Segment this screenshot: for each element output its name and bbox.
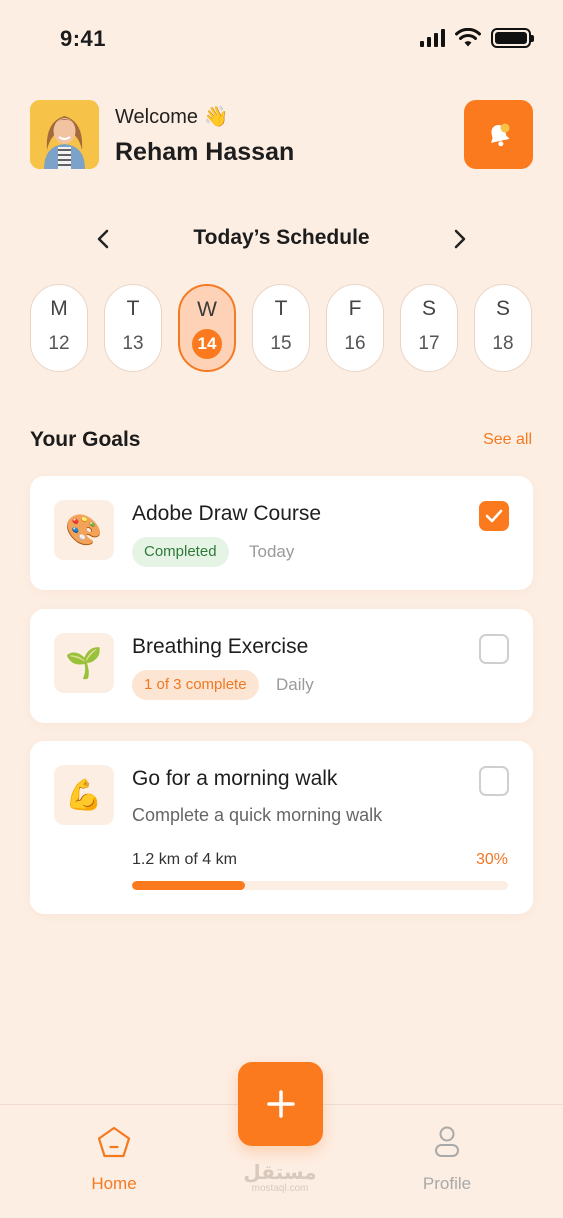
day-tuesday[interactable]: T 13 (104, 284, 162, 372)
goal-card[interactable]: 🎨 Adobe Draw Course Completed Today (30, 476, 533, 590)
nav-profile[interactable]: Profile (387, 1125, 507, 1194)
battery-icon (491, 28, 534, 48)
day-thursday[interactable]: T 15 (252, 284, 310, 372)
day-name: T (274, 297, 288, 320)
status-icons (420, 28, 534, 48)
goal-title: Go for a morning walk (132, 767, 338, 790)
palette-icon: 🎨 (54, 500, 114, 560)
header: Welcome 👋 Reham Hassan (30, 100, 533, 170)
nav-home[interactable]: Home (54, 1125, 174, 1194)
profile-icon (435, 1126, 459, 1157)
goal-title: Adobe Draw Course (132, 502, 322, 525)
day-saturday[interactable]: S 17 (400, 284, 458, 372)
seedling-icon: 🌱 (54, 633, 114, 693)
day-name: S (421, 297, 436, 320)
nav-profile-label: Profile (422, 1174, 472, 1193)
welcome-text: Welcome 👋 (115, 106, 229, 128)
day-wednesday[interactable]: W 14 (178, 284, 236, 372)
see-all-link[interactable]: See all (483, 431, 532, 449)
day-name: T (126, 297, 140, 320)
goal-subtitle: Complete a quick morning walk (132, 805, 383, 825)
notification-button[interactable] (464, 100, 533, 169)
day-name: S (495, 297, 510, 320)
user-name: Reham Hassan (115, 138, 295, 166)
flexed-biceps-icon: 💪 (54, 765, 114, 825)
day-number: 13 (122, 333, 144, 354)
status-bar: 9:41 (0, 0, 563, 78)
day-number: 12 (48, 333, 70, 354)
goal-checkbox[interactable] (479, 766, 509, 796)
day-number: 18 (492, 333, 514, 354)
goal-checkbox[interactable] (479, 634, 509, 664)
goal-frequency: Today (249, 542, 295, 561)
day-number: 14 (192, 329, 222, 359)
goal-title: Breathing Exercise (132, 635, 309, 658)
wifi-icon (455, 28, 481, 47)
day-number: 16 (344, 333, 366, 354)
status-badge: Completed (132, 537, 229, 567)
day-sunday[interactable]: S 18 (474, 284, 532, 372)
status-badge: 1 of 3 complete (132, 670, 259, 700)
status-time: 9:41 (60, 26, 107, 51)
day-name: W (197, 298, 217, 321)
day-picker: M 12 T 13 W 14 T 15 F 16 S 17 S 18 (30, 284, 533, 374)
checkmark-icon (485, 509, 503, 523)
nav-home-label: Home (91, 1174, 137, 1193)
goal-frequency: Daily (276, 675, 314, 694)
add-goal-button[interactable] (238, 1062, 323, 1146)
goals-title: Your Goals (30, 428, 141, 451)
day-monday[interactable]: M 12 (30, 284, 88, 372)
progress-label: 1.2 km of 4 km (132, 851, 237, 868)
progress-bar (132, 881, 508, 890)
progress-percent: 30% (475, 851, 508, 868)
progress-fill (132, 881, 245, 890)
goal-card[interactable]: 🌱 Breathing Exercise 1 of 3 complete Dai… (30, 609, 533, 723)
goal-card[interactable]: 💪 Go for a morning walk Complete a quick… (30, 741, 533, 914)
goal-checkbox[interactable] (479, 501, 509, 531)
day-name: F (348, 297, 362, 320)
home-icon (97, 1126, 131, 1158)
watermark-text: مستقل (243, 1162, 317, 1184)
avatar[interactable] (30, 100, 99, 169)
bell-icon (490, 123, 510, 146)
plus-icon (266, 1090, 295, 1118)
next-week-button[interactable] (447, 224, 473, 254)
day-name: M (50, 297, 68, 320)
watermark: مستقل mostaql.com (230, 1160, 330, 1194)
signal-icon (420, 29, 445, 47)
schedule-title: Today’s Schedule (193, 226, 370, 249)
day-number: 17 (418, 333, 440, 354)
day-number: 15 (270, 333, 292, 354)
schedule-header: Today’s Schedule (90, 222, 473, 256)
day-friday[interactable]: F 16 (326, 284, 384, 372)
chevron-right-icon (454, 229, 466, 249)
